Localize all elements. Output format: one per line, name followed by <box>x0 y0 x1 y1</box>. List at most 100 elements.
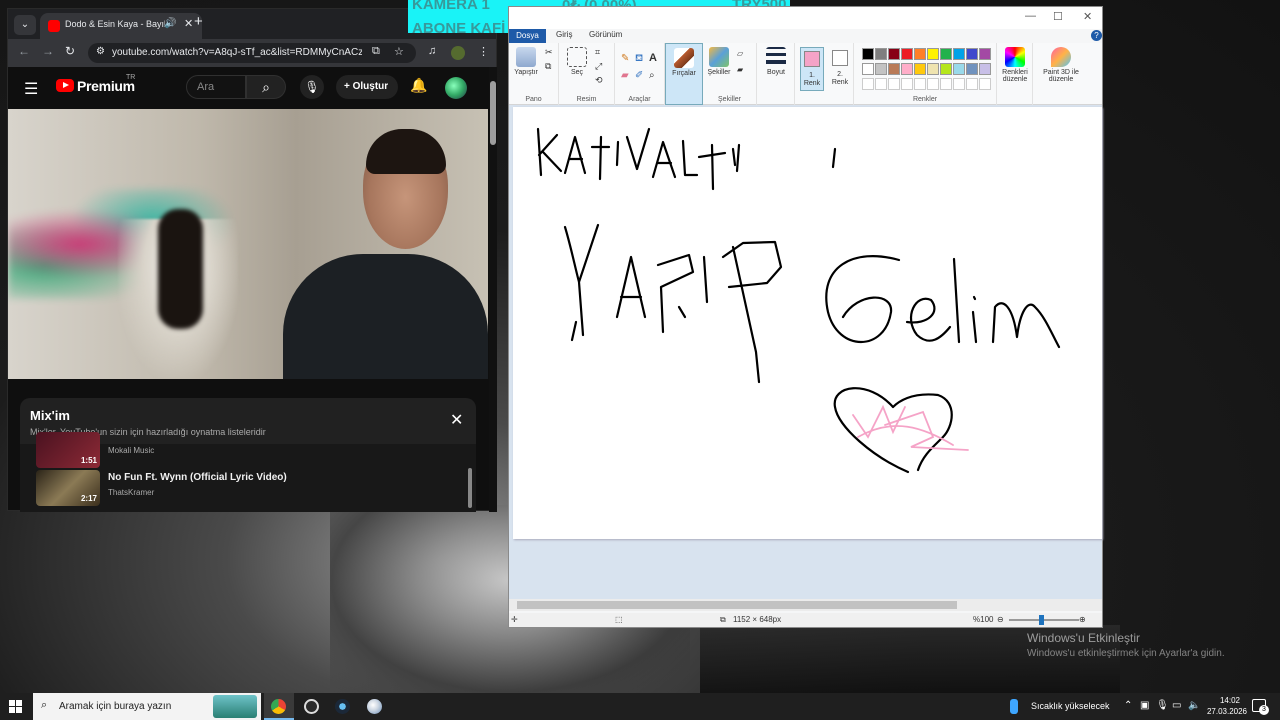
outline-icon[interactable]: ▱ <box>737 49 743 58</box>
zoom-in-icon[interactable]: ⊕ <box>1079 615 1086 624</box>
color-swatch[interactable] <box>979 48 991 60</box>
account-avatar[interactable] <box>445 77 467 99</box>
tab-home[interactable]: Giriş <box>556 30 572 39</box>
windows-start-icon[interactable] <box>9 700 22 713</box>
size-button[interactable]: Boyut <box>761 47 791 76</box>
rotate-icon[interactable]: ⟲ <box>595 75 603 86</box>
color-swatch[interactable] <box>914 48 926 60</box>
youtube-logo-icon[interactable] <box>56 79 74 92</box>
microphone-icon[interactable]: 🎙 <box>1156 700 1169 711</box>
color-swatch[interactable] <box>953 48 965 60</box>
custom-color-slot[interactable] <box>979 78 991 90</box>
color-swatch[interactable] <box>966 63 978 75</box>
color-swatch[interactable] <box>901 63 913 75</box>
color-swatch[interactable] <box>940 63 952 75</box>
network-icon[interactable]: ▭ <box>1172 700 1181 711</box>
notifications-bell-icon[interactable]: 🔔 <box>410 77 427 94</box>
browser-menu-icon[interactable]: ⋮ <box>478 45 489 58</box>
search-icon[interactable]: ⌕ <box>246 75 286 99</box>
address-bar[interactable]: ⚙ youtube.com/watch?v=A8qJ-sTf_ac&list=R… <box>88 43 416 63</box>
bookmark-star-icon[interactable]: ☆ <box>394 45 404 58</box>
custom-color-slot[interactable] <box>901 78 913 90</box>
color-swatch[interactable] <box>940 48 952 60</box>
color-swatch[interactable] <box>927 48 939 60</box>
color-swatch[interactable] <box>927 63 939 75</box>
color-swatch[interactable] <box>966 48 978 60</box>
minimize-icon[interactable]: — <box>1025 10 1036 22</box>
close-window-icon[interactable]: ✕ <box>1083 10 1092 23</box>
profile-avatar[interactable] <box>451 46 465 60</box>
clock-date[interactable]: 27.03.2026 <box>1204 707 1250 716</box>
taskbar-search-input[interactable]: ⌕ Aramak için buraya yazın <box>33 693 261 720</box>
pencil-icon[interactable]: ✎ <box>621 53 629 64</box>
tab-search-button[interactable]: ⌄ <box>14 15 36 35</box>
create-button[interactable]: + Oluştur <box>336 75 398 99</box>
color-swatch[interactable] <box>888 63 900 75</box>
text-icon[interactable]: A <box>649 52 657 64</box>
taskbar-chrome[interactable] <box>264 693 294 720</box>
color-swatch[interactable] <box>953 63 965 75</box>
paint-titlebar[interactable]: — ☐ ✕ <box>509 7 1102 29</box>
drawing-canvas[interactable] <box>513 107 1102 539</box>
tab-youtube[interactable]: Dodo & Esin Kaya - Bayılıyo 🔊 ✕ <box>40 13 202 39</box>
custom-color-slot[interactable] <box>966 78 978 90</box>
camera-icon[interactable]: ▣ <box>1140 700 1149 711</box>
video-player[interactable] <box>8 109 488 379</box>
new-tab-icon[interactable]: + <box>194 13 203 30</box>
speaker-icon[interactable]: 🔊 <box>164 18 176 29</box>
site-info-icon[interactable]: ⚙ <box>96 46 105 57</box>
horizontal-scrollbar[interactable] <box>509 599 1102 611</box>
taskbar-obs[interactable] <box>297 693 327 720</box>
custom-color-slot[interactable] <box>875 78 887 90</box>
back-icon[interactable]: ← <box>18 44 30 58</box>
color-swatch[interactable] <box>888 48 900 60</box>
video-title[interactable]: No Fun Ft. Wynn (Official Lyric Video) <box>108 472 287 483</box>
tab-view[interactable]: Görünüm <box>589 30 622 39</box>
search-input[interactable]: Ara <box>186 75 246 99</box>
microphone-icon[interactable]: 🎙 <box>300 75 324 99</box>
paste-button[interactable]: Yapıştır <box>513 47 539 76</box>
menu-file[interactable]: Dosya <box>509 29 546 43</box>
fill-style-icon[interactable]: ▰ <box>737 65 743 74</box>
volume-icon[interactable]: 🔈 <box>1188 700 1200 711</box>
media-control-icon[interactable]: ♫ <box>428 45 436 57</box>
color-swatch[interactable] <box>875 48 887 60</box>
color-swatch[interactable] <box>901 48 913 60</box>
copy-icon[interactable]: ⧉ <box>545 61 551 72</box>
color-swatch[interactable] <box>914 63 926 75</box>
scrollbar-thumb[interactable] <box>517 601 957 609</box>
cut-icon[interactable]: ✂ <box>545 47 553 58</box>
channel-name[interactable]: Mokali Music <box>108 446 154 455</box>
list-item[interactable]: 1:51 Mokali Music <box>36 432 456 468</box>
color-swatch[interactable] <box>862 48 874 60</box>
scrollbar-thumb[interactable] <box>490 81 496 145</box>
crop-icon[interactable]: ⌗ <box>595 47 600 58</box>
color2-button[interactable]: 2. Renk <box>829 47 851 91</box>
edit-colors-button[interactable]: Renkleri düzenle <box>999 47 1031 83</box>
taskbar-steam[interactable] <box>328 693 358 720</box>
help-icon[interactable]: ? <box>1091 30 1102 41</box>
color1-button[interactable]: 1. Renk <box>800 47 824 91</box>
close-icon[interactable]: ✕ <box>450 410 463 430</box>
magnifier-icon[interactable]: ⌕ <box>649 70 655 81</box>
paint3d-button[interactable]: Paint 3D ile düzenle <box>1037 47 1085 83</box>
eraser-icon[interactable]: ▰ <box>621 70 629 81</box>
resize-icon[interactable]: ⤢ <box>595 61 602 72</box>
zoom-slider-thumb[interactable] <box>1039 615 1044 625</box>
tab-close-icon[interactable]: ✕ <box>184 17 193 30</box>
video-thumbnail[interactable]: 1:51 <box>36 432 100 468</box>
taskbar-paint[interactable] <box>360 693 390 720</box>
custom-color-slot[interactable] <box>914 78 926 90</box>
chevron-up-icon[interactable]: ⌃ <box>1124 700 1132 711</box>
select-button[interactable]: Seç <box>565 47 589 76</box>
reload-icon[interactable]: ↻ <box>65 44 75 58</box>
color-swatch[interactable] <box>979 63 991 75</box>
shapes-button[interactable]: Şekiller <box>705 47 733 76</box>
custom-color-slot[interactable] <box>927 78 939 90</box>
color-swatch[interactable] <box>875 63 887 75</box>
fill-icon[interactable]: ⛾ <box>635 53 643 66</box>
thermometer-icon[interactable] <box>1010 699 1018 714</box>
forward-icon[interactable]: → <box>42 44 54 58</box>
weather-text[interactable]: Sıcaklık yükselecek <box>1031 701 1110 711</box>
channel-name[interactable]: ThatsKramer <box>108 488 154 497</box>
